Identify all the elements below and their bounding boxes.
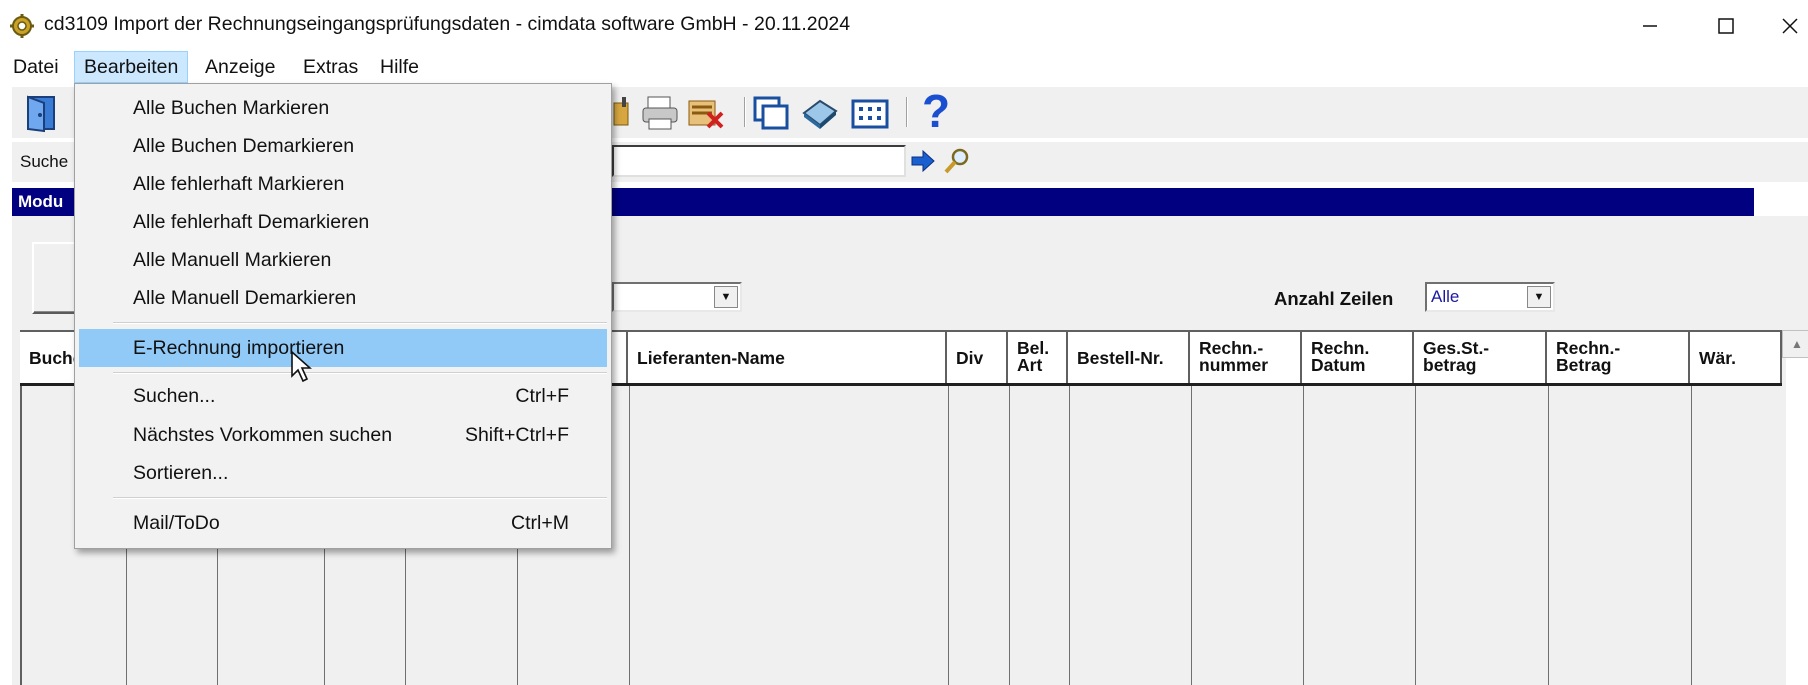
column-label: Rechn.- nummer	[1199, 338, 1269, 375]
column-divider	[948, 386, 949, 685]
rows-count-select[interactable]: Alle ▼	[1425, 282, 1555, 312]
filter-select[interactable]: ▼	[612, 282, 742, 312]
column-label: Rechn. Datum	[1311, 338, 1370, 375]
menu-item-label: Alle Buchen Markieren	[133, 97, 330, 119]
menu-item-shortcut: Shift+Ctrl+F	[464, 424, 569, 446]
search-label: Suche	[20, 152, 69, 171]
menu-extras[interactable]: Extras	[294, 51, 367, 83]
column-header[interactable]: Div	[947, 332, 1008, 383]
column-header[interactable]: Lieferanten-Name	[628, 332, 947, 383]
chevron-down-icon[interactable]: ▼	[1527, 286, 1551, 308]
column-divider	[1415, 386, 1416, 685]
menu-separator	[113, 322, 607, 324]
column-divider	[1009, 386, 1010, 685]
column-header[interactable]: Bel. Art	[1008, 332, 1068, 383]
column-divider	[1691, 386, 1692, 685]
column-label: Div	[956, 348, 984, 368]
minimize-button[interactable]	[1620, 8, 1680, 44]
column-label: Bel. Art	[1017, 338, 1050, 375]
column-header[interactable]: Wär.	[1690, 332, 1782, 383]
chevron-down-icon[interactable]: ▼	[714, 286, 738, 308]
window-title: cd3109 Import der Rechnungseingangsprüfu…	[44, 13, 851, 35]
menu-item-alle-fehlerhaft-markieren[interactable]: Alle fehlerhaft Markieren	[79, 167, 607, 201]
column-divider	[1069, 386, 1070, 685]
title-bar: cd3109 Import der Rechnungseingangsprüfu…	[0, 0, 1808, 52]
menu-item-alle-buchen-demarkieren[interactable]: Alle Buchen Demarkieren	[79, 129, 607, 163]
mouse-pointer-icon	[291, 350, 312, 383]
column-label: Lieferanten-Name	[637, 348, 785, 368]
exit-door-icon[interactable]	[22, 93, 62, 133]
close-button[interactable]	[1772, 8, 1808, 44]
column-header[interactable]: Rechn.- Betrag	[1547, 332, 1690, 383]
column-divider	[629, 386, 630, 685]
edit-menu-dropdown: Alle Buchen Markieren Alle Buchen Demark…	[74, 83, 612, 549]
windows-icon[interactable]	[752, 93, 792, 133]
menu-item-alle-manuell-demarkieren[interactable]: Alle Manuell Demarkieren	[79, 281, 607, 315]
column-divider	[1191, 386, 1192, 685]
column-header[interactable]: Ges.St.- betrag	[1414, 332, 1547, 383]
menu-item-alle-buchen-markieren[interactable]: Alle Buchen Markieren	[79, 91, 607, 125]
printer-icon[interactable]	[640, 93, 680, 133]
toolbar-separator	[906, 97, 908, 127]
column-header[interactable]: Rechn. Datum	[1302, 332, 1414, 383]
grid-icon[interactable]	[850, 93, 890, 133]
menu-item-shortcut: Ctrl+M	[511, 512, 569, 534]
menu-item-label: Sortieren...	[133, 462, 229, 484]
help-icon[interactable]: ?	[922, 87, 962, 135]
menu-datei[interactable]: Datei	[4, 51, 68, 83]
menu-item-label: Mail/ToDo	[133, 512, 220, 534]
search-icon[interactable]	[942, 146, 972, 176]
scroll-up-button[interactable]: ▲	[1782, 330, 1808, 358]
column-label: Bestell-Nr.	[1077, 348, 1164, 368]
menu-item-label: Alle fehlerhaft Demarkieren	[133, 211, 370, 233]
menu-item-alle-fehlerhaft-demarkieren[interactable]: Alle fehlerhaft Demarkieren	[79, 205, 607, 239]
menu-item-sortieren[interactable]: Sortieren...	[79, 456, 607, 490]
column-divider	[1303, 386, 1304, 685]
column-divider	[1548, 386, 1549, 685]
menu-item-label: E-Rechnung importieren	[133, 337, 345, 359]
menu-separator	[113, 497, 607, 499]
close-icon	[1782, 18, 1798, 34]
minimize-icon	[1643, 25, 1657, 27]
column-label: Wär.	[1699, 348, 1736, 368]
arrow-right-icon[interactable]	[910, 148, 936, 174]
menu-item-e-rechnung-importieren[interactable]: E-Rechnung importieren	[79, 329, 607, 367]
menu-item-shortcut: Ctrl+F	[515, 385, 569, 407]
menu-hilfe[interactable]: Hilfe	[371, 51, 428, 83]
rows-count-label: Anzahl Zeilen	[1274, 288, 1394, 309]
delete-list-icon[interactable]	[686, 93, 726, 133]
rows-count-value: Alle	[1431, 287, 1460, 306]
menu-item-label: Nächstes Vorkommen suchen	[133, 424, 393, 446]
menu-item-alle-manuell-markieren[interactable]: Alle Manuell Markieren	[79, 243, 607, 277]
menu-item-label: Alle Manuell Demarkieren	[133, 287, 357, 309]
maximize-button[interactable]	[1696, 8, 1756, 44]
menu-bar: Datei Bearbeiten Anzeige Extras Hilfe	[0, 51, 1808, 83]
menu-item-label: Alle Buchen Demarkieren	[133, 135, 355, 157]
column-label: Rechn.- Betrag	[1556, 338, 1621, 375]
menu-item-label: Alle fehlerhaft Markieren	[133, 173, 345, 195]
menu-anzeige[interactable]: Anzeige	[196, 51, 284, 83]
menu-item-label: Alle Manuell Markieren	[133, 249, 332, 271]
toolbar-separator	[744, 97, 746, 127]
menu-item-suchen[interactable]: Suchen... Ctrl+F	[79, 379, 607, 413]
menu-bearbeiten[interactable]: Bearbeiten	[74, 51, 189, 83]
maximize-icon	[1718, 18, 1734, 34]
search-input[interactable]	[612, 145, 906, 177]
menu-item-naechstes-vorkommen-suchen[interactable]: Nächstes Vorkommen suchen Shift+Ctrl+F	[79, 418, 607, 452]
menu-item-mail-todo[interactable]: Mail/ToDo Ctrl+M	[79, 506, 607, 540]
menu-separator	[113, 372, 607, 374]
book-icon[interactable]	[800, 93, 840, 133]
column-header[interactable]: Bestell-Nr.	[1068, 332, 1190, 383]
menu-item-label: Suchen...	[133, 385, 216, 407]
gear-app-icon	[10, 14, 34, 38]
column-header[interactable]: Rechn.- nummer	[1190, 332, 1302, 383]
column-label: Ges.St.- betrag	[1423, 338, 1490, 375]
